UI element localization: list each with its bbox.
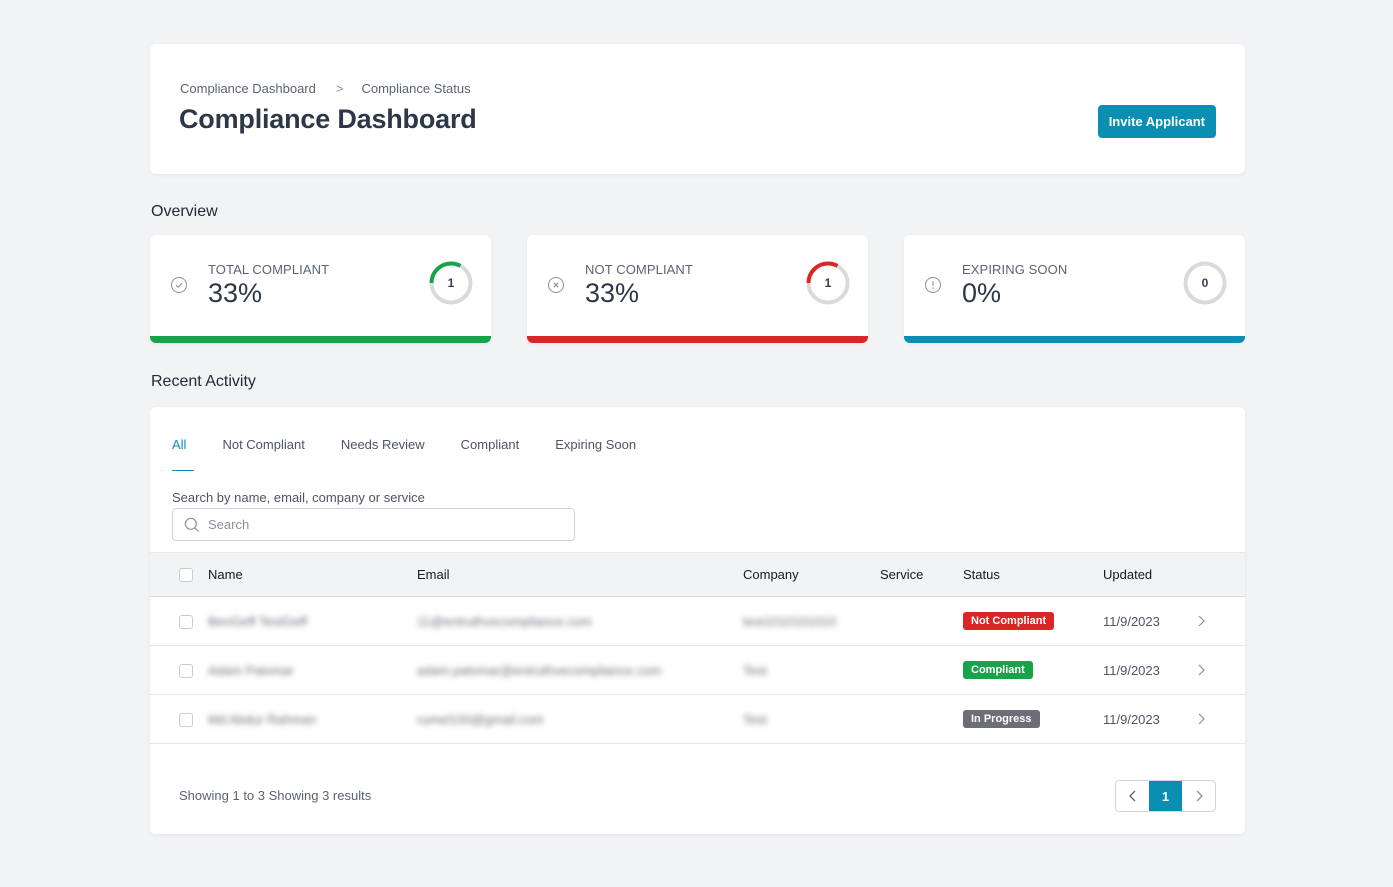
cell-updated: 11/9/2023 [1103,613,1160,629]
previous-page-button[interactable] [1116,781,1149,811]
stat-count: 1 [447,276,455,290]
tab-compliant[interactable]: Compliant [461,437,520,471]
stat-card-not-compliant: NOT COMPLIANT 33% 1 [527,235,868,343]
chevron-right-icon[interactable] [1196,614,1206,628]
row-checkbox[interactable] [179,712,193,727]
stat-label: EXPIRING SOON [962,262,1068,277]
status-badge: In Progress [963,710,1040,728]
cell-email: rumel100@gmail.com [417,711,544,727]
check-circle-icon [171,277,187,293]
cell-email: 11@entruthvecompliance.com [417,613,592,629]
stat-color-bar [527,336,868,343]
tab-all[interactable]: All [172,437,195,471]
results-summary: Showing 1 to 3 Showing 3 results [179,788,372,803]
page-title: Compliance Dashboard [179,104,477,134]
search-box[interactable] [172,508,575,541]
breadcrumb-item-dashboard[interactable]: Compliance Dashboard [180,81,316,96]
search-label: Search by name, email, company or servic… [172,490,425,505]
row-checkbox[interactable] [179,663,193,678]
stat-color-bar [150,336,491,343]
breadcrumb-separator-icon: > [335,81,344,96]
column-header-name[interactable]: Name [208,553,417,597]
stat-value: 0% [962,278,1002,308]
cell-company: test1010101010 [743,613,837,629]
column-header-updated[interactable]: Updated [1103,553,1196,597]
table-row[interactable]: BenGeff TestGeff 11@entruthvecompliance.… [150,597,1245,646]
tab-not-compliant[interactable]: Not Compliant [222,437,304,471]
table-row[interactable]: Md Abdur Rahman rumel100@gmail.com Test … [150,695,1245,744]
column-header-service[interactable]: Service [880,553,963,597]
cell-name: BenGeff TestGeff [208,613,308,629]
x-circle-icon [548,277,564,293]
stat-count: 1 [824,276,832,290]
cell-company: Test [743,662,767,678]
activity-table: Name Email Company Service Status Update… [150,552,1245,744]
stat-count: 0 [1201,276,1209,290]
cell-name: Md Abdur Rahman [208,711,317,727]
chevron-right-icon [1196,790,1203,802]
page-button-current[interactable]: 1 [1149,781,1182,811]
header-card: Compliance Dashboard > Compliance Status… [150,44,1245,174]
overview-title: Overview [151,203,218,220]
stat-card-expiring-soon: EXPIRING SOON 0% 0 [904,235,1245,343]
table-row[interactable]: Adam Palomar adam.palomar@entruthvecompl… [150,646,1245,695]
cell-email: adam.palomar@entruthvecompliance.com [417,662,662,678]
search-icon [184,517,199,532]
cell-service [880,597,963,646]
cell-company: Test [743,711,767,727]
invite-applicant-button[interactable]: Invite Applicant [1097,105,1216,138]
search-input[interactable] [208,509,568,540]
recent-activity-card: All Not Compliant Needs Review Compliant… [150,407,1245,834]
chevron-right-icon[interactable] [1196,712,1206,726]
alert-circle-icon [925,277,941,293]
status-badge: Not Compliant [963,612,1055,630]
select-all-checkbox[interactable] [179,568,193,583]
breadcrumb: Compliance Dashboard > Compliance Status [180,81,471,96]
row-checkbox[interactable] [179,614,193,629]
chevron-right-icon[interactable] [1196,663,1206,677]
cell-updated: 11/9/2023 [1103,711,1160,727]
cell-name: Adam Palomar [208,662,294,678]
column-header-status[interactable]: Status [963,553,1103,597]
tab-needs-review[interactable]: Needs Review [341,437,425,471]
stat-color-bar [904,336,1245,343]
column-header-company[interactable]: Company [743,553,880,597]
cell-updated: 11/9/2023 [1103,662,1160,678]
stat-label: NOT COMPLIANT [585,262,693,277]
chevron-left-icon [1128,790,1135,802]
cell-service [880,695,963,744]
recent-activity-title: Recent Activity [151,373,256,390]
stat-value: 33% [208,278,263,308]
table-header-row: Name Email Company Service Status Update… [150,552,1245,597]
pagination: 1 [1115,780,1216,812]
breadcrumb-item-status: Compliance Status [361,81,471,96]
tab-expiring-soon[interactable]: Expiring Soon [555,437,636,471]
stat-card-total-compliant: TOTAL COMPLIANT 33% 1 [150,235,491,343]
cell-service [880,646,963,695]
next-page-button[interactable] [1182,781,1215,811]
activity-tabs: All Not Compliant Needs Review Compliant… [172,437,672,471]
stat-value: 33% [585,278,640,308]
stat-label: TOTAL COMPLIANT [208,262,330,277]
column-header-email[interactable]: Email [417,553,743,597]
status-badge: Compliant [963,661,1033,679]
